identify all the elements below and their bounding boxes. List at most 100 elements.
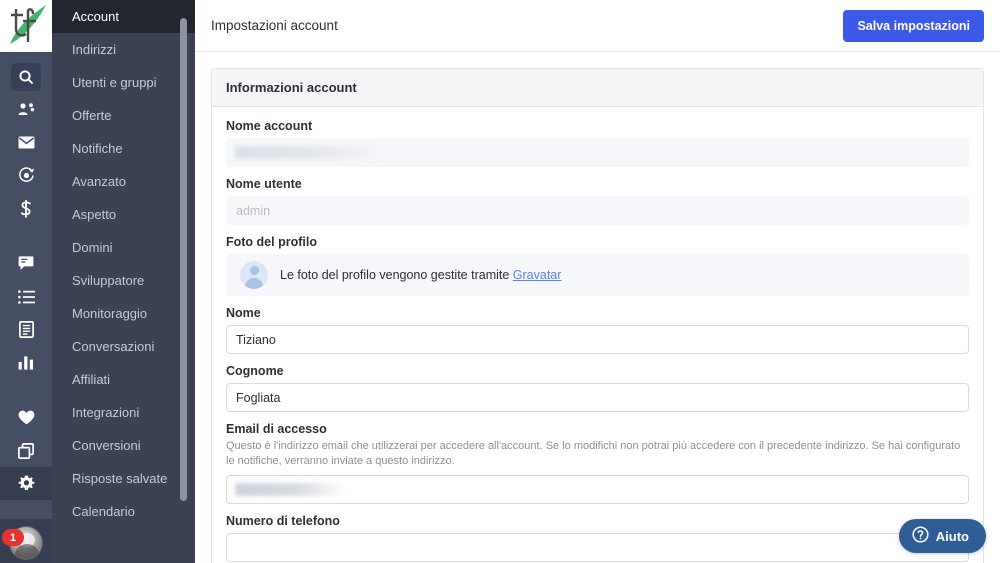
gravatar-description: Le foto del profilo vengono gestite tram… [280,268,510,282]
sidebar-item-aspetto[interactable]: Aspetto [52,198,195,231]
profile-avatar-placeholder-icon [240,261,268,289]
field-username: Nome utente [226,177,969,225]
account-info-card: Informazioni account Nome account Nome u… [211,68,984,563]
save-settings-button[interactable]: Salva impostazioni [843,9,984,42]
last-name-label: Cognome [226,364,284,378]
search-glyph [11,62,41,91]
sidebar-item-label: Calendario [72,504,135,519]
sidebar-item-label: Domini [72,240,113,255]
chat-icon[interactable] [0,247,52,280]
field-login-email: Email di accesso Questo è l'indirizzo em… [226,422,969,504]
sidebar-item-indirizzi[interactable]: Indirizzi [52,33,195,66]
help-widget-label: Aiuto [935,528,969,544]
sidebar-item-label: Indirizzi [72,42,117,57]
dollar-icon[interactable] [0,192,52,225]
list-glyph [11,283,41,311]
search-icon[interactable] [0,60,52,93]
app-root: 1 Account Indirizzi Utenti e gruppi Offe… [0,0,1000,563]
card-body: Nome account Nome utente Foto del profil… [212,107,983,563]
list-icon[interactable] [0,280,52,313]
sidebar-item-label: Notifiche [72,141,123,156]
settings-content: Informazioni account Nome account Nome u… [195,52,1000,563]
field-account-name: Nome account [226,119,969,167]
login-email-redaction [235,482,345,496]
username-input [226,196,969,225]
icon-rail: 1 [0,0,52,563]
sidebar-item-offerte[interactable]: Offerte [52,99,195,132]
sidebar-item-monitoraggio[interactable]: Monitoraggio [52,297,195,330]
phone-input[interactable] [226,532,969,562]
account-name-redaction [235,146,383,159]
dollar-glyph [11,195,41,223]
chat-glyph [11,250,41,278]
sidebar-item-label: Conversazioni [72,339,155,354]
sidebar-scrollbar[interactable] [180,0,191,563]
sidebar-item-integrazioni[interactable]: Integrazioni [52,396,195,429]
gravatar-row: Le foto del profilo vengono gestite tram… [226,254,969,296]
gear-glyph [11,470,41,498]
sidebar-item-affiliati[interactable]: Affiliati [52,363,195,396]
first-name-input[interactable] [226,325,969,354]
sidebar-item-label: Risposte salvate [72,471,168,486]
sidebar-item-account[interactable]: Account [52,0,195,33]
rail-spacer-2 [0,379,52,401]
sidebar-item-label: Integrazioni [72,405,140,420]
login-email-label: Email di accesso [226,422,327,436]
bar-chart-icon[interactable] [0,346,52,379]
sidebar-item-label: Monitoraggio [72,306,148,321]
envelope-icon[interactable] [0,126,52,159]
notification-badge: 1 [2,529,24,546]
field-profile-photo: Foto del profilo Le foto del profilo ven… [226,235,969,296]
sidebar-item-label: Account [72,9,119,24]
heart-icon[interactable] [0,401,52,434]
sidebar-item-calendario[interactable]: Calendario [52,495,195,528]
profile-photo-label: Foto del profilo [226,235,317,249]
sidebar-item-label: Aspetto [72,207,117,222]
account-name-label: Nome account [226,119,313,133]
document-icon[interactable] [0,313,52,346]
page-title: Impostazioni account [211,18,338,33]
target-glyph [11,162,41,190]
contacts-icon[interactable] [0,93,52,126]
help-widget-button[interactable]: Aiuto [898,519,986,553]
field-last-name: Cognome [226,364,969,412]
heart-glyph [11,404,41,432]
sidebar-item-conversioni[interactable]: Conversioni [52,429,195,462]
sidebar-item-notifiche[interactable]: Notifiche [52,132,195,165]
sidebar-item-domini[interactable]: Domini [52,231,195,264]
bar-chart-glyph [11,349,41,377]
sidebar-item-label: Affiliati [72,372,111,387]
rail-icon-list [0,52,52,500]
login-email-input-wrap [226,474,969,504]
sidebar-item-label: Utenti e gruppi [72,75,157,90]
login-email-help: Questo è l'indirizzo email che utilizzer… [226,440,961,467]
sidebar-item-risposte-salvate[interactable]: Risposte salvate [52,462,195,495]
sidebar-item-conversazioni[interactable]: Conversazioni [52,330,195,363]
sidebar-scrollbar-thumb[interactable] [180,18,187,501]
field-phone: Numero di telefono [226,514,969,562]
account-name-input-wrap [226,138,969,167]
duplicate-glyph [11,437,41,465]
gravatar-text: Le foto del profilo vengono gestite tram… [280,268,561,282]
last-name-input[interactable] [226,383,969,412]
main-content: Impostazioni account Salva impostazioni … [195,0,1000,563]
gear-icon[interactable] [0,467,52,500]
sidebar-item-avanzato[interactable]: Avanzato [52,165,195,198]
sidebar-item-label: Avanzato [72,174,126,189]
sidebar-item-utenti-e-gruppi[interactable]: Utenti e gruppi [52,66,195,99]
app-logo[interactable] [0,0,52,52]
sidebar-item-label: Sviluppatore [72,273,145,288]
sidebar-item-label: Offerte [72,108,112,123]
user-avatar-container[interactable]: 1 [0,519,52,563]
target-icon[interactable] [0,159,52,192]
gravatar-link[interactable]: Gravatar [513,268,562,282]
field-first-name: Nome [226,306,969,354]
sidebar-item-sviluppatore[interactable]: Sviluppatore [52,264,195,297]
page-header: Impostazioni account Salva impostazioni [195,0,1000,52]
username-label: Nome utente [226,177,302,191]
duplicate-icon[interactable] [0,434,52,467]
sidebar-item-label: Conversioni [72,438,141,453]
question-circle-icon [912,526,929,546]
first-name-label: Nome [226,306,261,320]
settings-sidebar: Account Indirizzi Utenti e gruppi Offert… [52,0,195,563]
